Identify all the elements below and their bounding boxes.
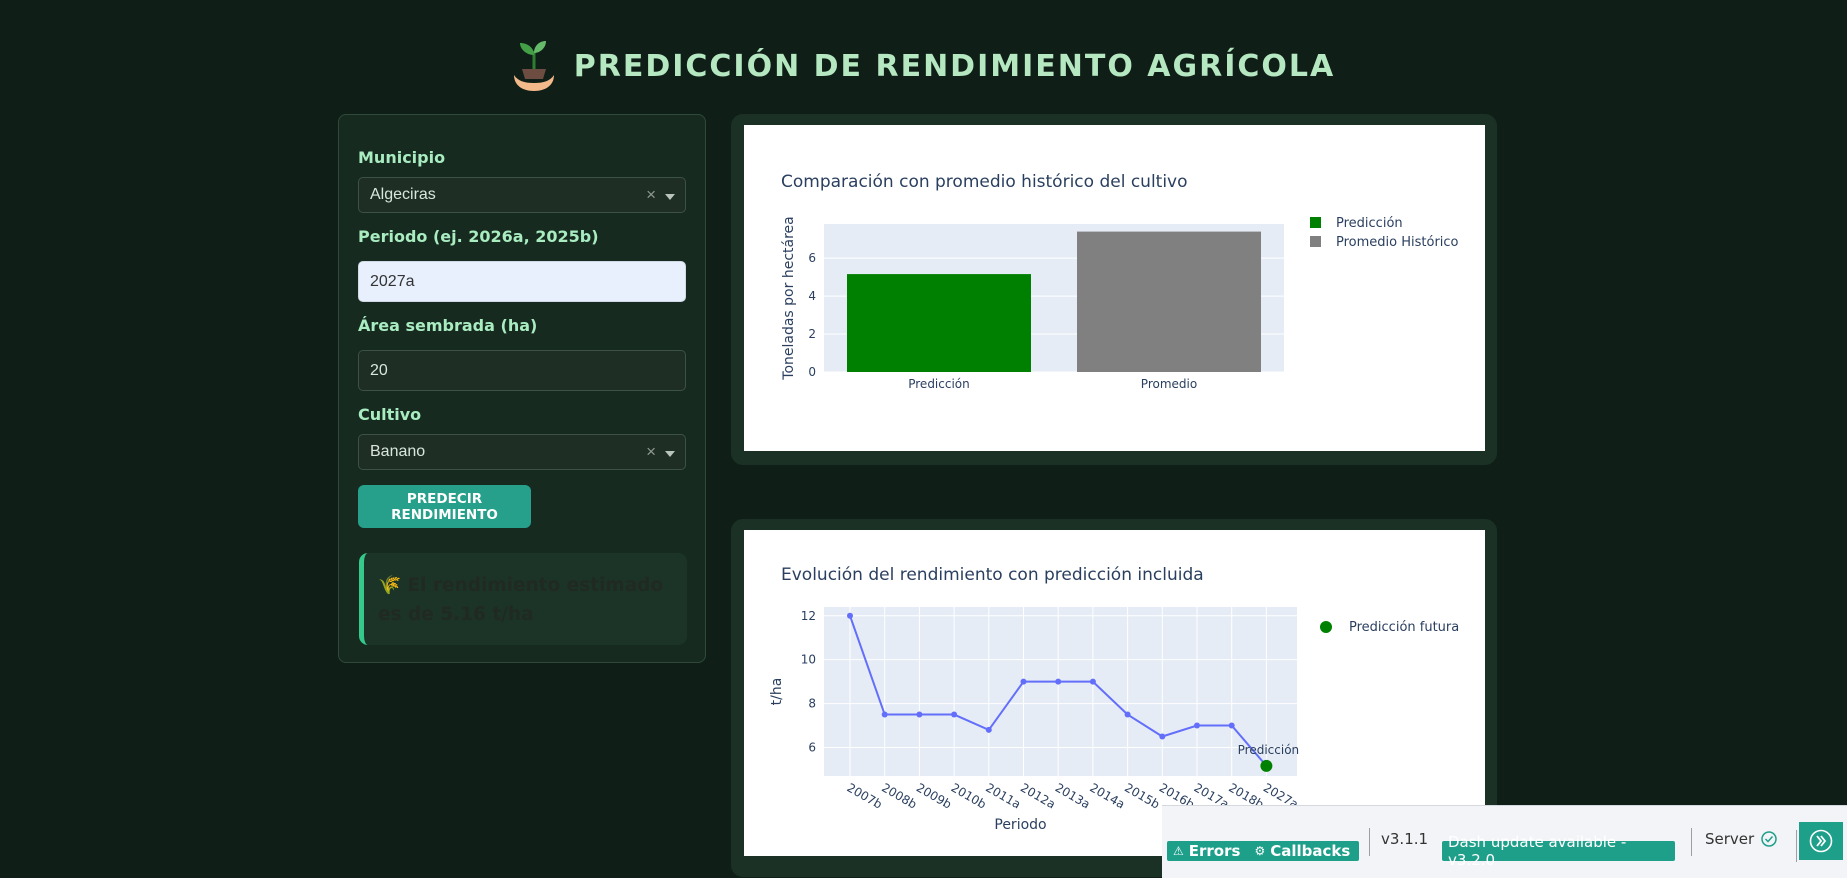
cultivo-label: Cultivo xyxy=(358,405,422,424)
periodo-label: Periodo (ej. 2026a, 2025b) xyxy=(358,227,599,246)
bar-chart: Comparación con promedio histórico del c… xyxy=(744,125,1485,451)
errors-button[interactable]: Errors xyxy=(1189,842,1241,860)
y-tick-label: 10 xyxy=(801,653,816,667)
cultivo-value: Banano xyxy=(370,443,426,460)
server-status: Server xyxy=(1705,830,1778,848)
y-tick-label: 12 xyxy=(801,609,816,623)
area-label: Área sembrada (ha) xyxy=(358,316,538,335)
plot-background xyxy=(824,607,1297,776)
callbacks-button[interactable]: Callbacks xyxy=(1270,842,1350,860)
periodo-value: 2027a xyxy=(370,272,415,290)
municipio-label: Municipio xyxy=(358,148,446,167)
x-tick-label: 2009b xyxy=(914,780,954,811)
server-label: Server xyxy=(1705,830,1755,848)
clear-icon[interactable]: × xyxy=(646,178,656,212)
data-point xyxy=(985,726,992,733)
data-point xyxy=(1159,733,1166,740)
app-header: PREDICCIÓN DE RENDIMIENTO AGRÍCOLA xyxy=(0,36,1847,96)
x-axis-label: Periodo xyxy=(994,817,1046,833)
y-axis-label: Toneladas por hectárea xyxy=(781,216,797,380)
x-tick-label: 2010b xyxy=(949,780,989,811)
x-tick-label: 2012a xyxy=(1018,780,1058,811)
area-value: 20 xyxy=(370,361,388,379)
x-tick-label: 2008b xyxy=(879,780,919,811)
legend-label: Predicción futura xyxy=(1349,620,1459,635)
callbacks-icon: ⚙ xyxy=(1254,844,1266,858)
prediction-point xyxy=(1260,759,1273,772)
x-tick-label: 2013a xyxy=(1053,780,1093,811)
y-tick-label: 2 xyxy=(808,327,816,341)
dash-devtools-bar: ⚠ Errors ⚙ Callbacks v3.1.1 Dash update … xyxy=(1162,805,1847,878)
y-tick-label: 6 xyxy=(808,740,816,754)
result-alert: 🌾 El rendimiento estimado es de 5.16 t/h… xyxy=(359,553,687,645)
clear-icon[interactable]: × xyxy=(646,435,656,469)
bar-chart-plot: 0 2 4 6 Predicción Promedio Toneladas por hect… xyxy=(781,216,1459,391)
input-form-panel: Municipio Algeciras × Periodo (ej. 2026a… xyxy=(338,114,706,663)
data-point xyxy=(916,711,923,718)
legend-marker xyxy=(1320,621,1332,633)
area-input[interactable]: 20 xyxy=(358,350,686,391)
collapse-devtools-button[interactable] xyxy=(1799,822,1843,860)
periodo-input[interactable]: 2027a xyxy=(358,261,686,302)
legend-label: Predicción xyxy=(1336,216,1403,231)
check-circle-icon xyxy=(1761,831,1777,847)
separator xyxy=(1691,828,1692,856)
legend-swatch xyxy=(1310,236,1321,247)
double-chevron-right-icon xyxy=(1809,829,1833,853)
data-point xyxy=(1194,722,1200,729)
data-point xyxy=(1124,711,1131,718)
data-point xyxy=(1089,678,1096,685)
y-tick-label: 4 xyxy=(808,289,816,303)
wheat-icon: 🌾 xyxy=(378,575,402,596)
sprout-in-hands-icon xyxy=(513,41,554,91)
page-title: PREDICCIÓN DE RENDIMIENTO AGRÍCOLA xyxy=(573,48,1336,84)
data-point xyxy=(1055,678,1062,685)
legend-label: Promedio Histórico xyxy=(1336,235,1459,250)
version-label: v3.1.1 xyxy=(1381,830,1429,848)
x-tick-label: 2015b xyxy=(1122,780,1162,811)
data-point xyxy=(951,711,958,718)
separator xyxy=(1796,830,1797,862)
separator xyxy=(1369,828,1370,856)
municipio-value: Algeciras xyxy=(370,186,436,203)
data-point xyxy=(1020,678,1027,685)
result-text: El rendimiento estimado es de 5.16 t/ha xyxy=(378,575,664,625)
chevron-down-icon[interactable] xyxy=(665,194,675,200)
update-available-badge[interactable]: Dash update available - v3.2.0 xyxy=(1442,833,1675,869)
y-tick-label: 0 xyxy=(808,365,816,379)
data-point xyxy=(1228,722,1235,729)
prediction-annotation: Predicción xyxy=(1238,743,1300,757)
bar xyxy=(1077,231,1261,372)
bar xyxy=(847,274,1031,372)
errors-callbacks-group[interactable]: ⚠ Errors ⚙ Callbacks xyxy=(1167,841,1359,861)
municipio-dropdown[interactable]: Algeciras × xyxy=(358,177,686,213)
y-tick-label: 6 xyxy=(808,251,816,265)
predict-button[interactable]: PREDECIR RENDIMIENTO xyxy=(358,485,531,528)
y-tick-label: 8 xyxy=(808,697,816,711)
x-tick-label: Predicción xyxy=(908,377,970,391)
y-axis-label: t/ha xyxy=(769,678,785,706)
data-point xyxy=(847,612,853,619)
chevron-down-icon[interactable] xyxy=(665,451,675,457)
x-tick-label: 2007b xyxy=(845,780,885,811)
bar-chart-card: Comparación con promedio histórico del c… xyxy=(731,114,1497,465)
cultivo-dropdown[interactable]: Banano × xyxy=(358,434,686,470)
warning-icon: ⚠ xyxy=(1173,844,1184,858)
x-tick-label: Promedio xyxy=(1141,377,1197,391)
data-point xyxy=(881,711,888,718)
x-tick-label: 2014a xyxy=(1087,780,1127,811)
legend-swatch xyxy=(1310,217,1321,228)
x-tick-label: 2011a xyxy=(983,780,1023,811)
